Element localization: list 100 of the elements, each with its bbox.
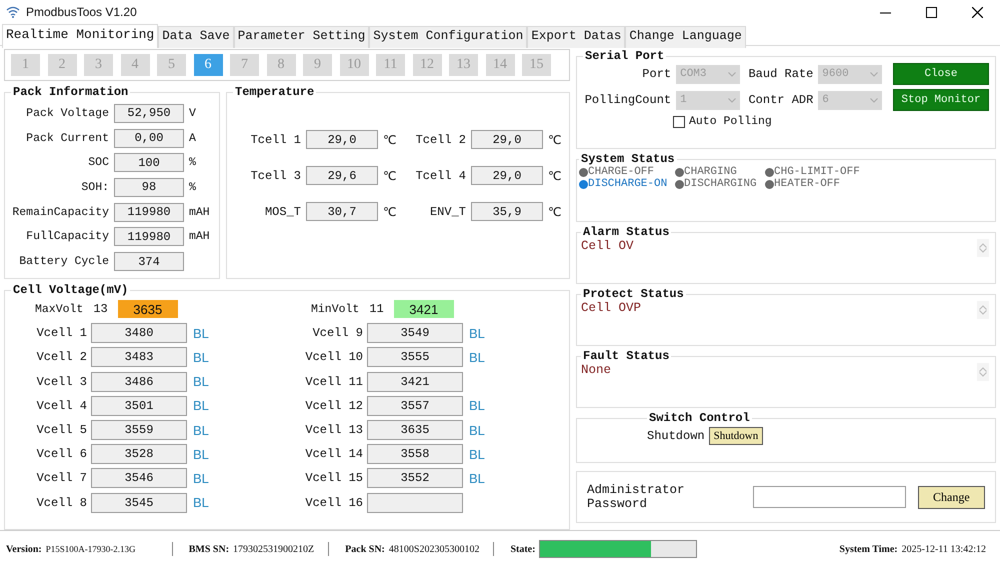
scroll-up-icon [979, 367, 987, 372]
unit-label: V [189, 106, 196, 120]
caret-icon [728, 98, 736, 102]
pack-button[interactable]: 12 [412, 54, 442, 76]
dropdown[interactable]: 1 [676, 90, 740, 110]
field-label: MinVolt [311, 302, 360, 316]
pack-button[interactable]: 2 [48, 54, 76, 76]
field-label: Vcell 1 [36, 326, 87, 340]
status-text: Cell OV [581, 239, 634, 255]
caret-icon [728, 72, 736, 76]
field-label: PollingCount [584, 93, 672, 107]
value-highlight: 3421 [394, 300, 454, 318]
field-label: Vcell 5 [36, 423, 87, 438]
value-field: 35,9 [471, 202, 543, 221]
pack-button[interactable]: 9 [303, 54, 332, 76]
pack-button[interactable]: 4 [120, 54, 150, 76]
status-text: Cell OVP [581, 301, 642, 317]
balance-label: BL [193, 398, 209, 414]
value-field: 119980 [114, 227, 184, 246]
scrollbar[interactable] [977, 301, 989, 319]
action-button[interactable]: Stop Monitor [893, 89, 989, 111]
field-label: Vcell 7 [36, 471, 87, 486]
field-label: Vcell 8 [36, 496, 87, 510]
value-field: 119980 [114, 202, 184, 222]
unit-label: % [189, 180, 196, 194]
field-label: Port [641, 67, 672, 81]
balance-label: BL [469, 470, 485, 486]
pack-button[interactable]: 8 [266, 54, 296, 76]
field-label: Pack Current [25, 132, 109, 145]
pack-button[interactable]: 3 [84, 54, 113, 76]
scroll-down-icon [979, 372, 987, 377]
unit-label: mAH [189, 230, 210, 244]
shutdown-button[interactable]: Shutdown [708, 427, 764, 445]
scroll-up-icon [979, 305, 987, 310]
field-label: Vcell 2 [36, 350, 87, 364]
tab[interactable]: Export Datas [527, 26, 626, 48]
field-label: Administrator Password [587, 483, 686, 511]
field-label: MOS_T [264, 204, 301, 218]
close-icon [972, 6, 982, 18]
section-title: Protect Status [582, 287, 685, 301]
section-title: Alarm Status [582, 225, 670, 239]
tab[interactable]: Change Language [625, 26, 746, 48]
status-value: P15S100A-17930-2.13G [46, 544, 137, 554]
window-title: PmodbusToos V1.20 [26, 5, 138, 19]
status-label: CHARGE-OFF [588, 166, 654, 178]
field-label: Pack Voltage [25, 106, 109, 120]
checkbox[interactable] [673, 116, 685, 128]
dropdown[interactable]: 9600 [818, 64, 882, 84]
field-label: ENV_T [428, 204, 466, 218]
pack-button[interactable]: 14 [486, 54, 514, 76]
tab[interactable]: Parameter Setting [234, 26, 370, 48]
value-field: 3528 [91, 444, 187, 464]
pack-button[interactable]: 13 [449, 54, 478, 76]
password-field[interactable] [752, 486, 906, 508]
section-title: System Status [580, 152, 676, 166]
pack-button[interactable]: 6 [194, 54, 222, 76]
value-highlight: 3635 [118, 300, 178, 318]
value-field: 3549 [367, 323, 463, 344]
caret-icon [870, 72, 878, 76]
pack-button[interactable]: 11 [376, 54, 405, 76]
value-field: 29,0 [471, 130, 543, 149]
change-button[interactable]: Change [918, 486, 985, 508]
pack-button[interactable]: 7 [230, 54, 259, 76]
scrollbar[interactable] [977, 363, 989, 381]
status-value: 2025-12-11 13:42:12 [902, 544, 986, 554]
tab[interactable]: Data Save [158, 26, 234, 48]
balance-label: BL [469, 422, 485, 438]
field-label: Battery Cycle [18, 255, 109, 268]
section-title: Fault Status [582, 349, 670, 363]
field-label: Tcell 1 [250, 132, 301, 146]
balance-label: BL [469, 446, 485, 462]
tab[interactable]: System Configuration [369, 26, 528, 48]
balance-label: BL [193, 326, 209, 341]
scroll-up-icon [979, 243, 987, 248]
scroll-down-icon [979, 310, 987, 315]
field-label: MaxVolt [35, 302, 84, 316]
dropdown[interactable]: 6 [818, 90, 882, 110]
pack-button[interactable]: 5 [157, 54, 186, 76]
wifi-icon [6, 6, 20, 18]
action-button[interactable]: Close [893, 63, 989, 85]
pack-button[interactable]: 1 [11, 54, 40, 76]
value-field: 3483 [91, 347, 187, 368]
field-label: Vcell 16 [304, 496, 363, 510]
pack-button[interactable]: 15 [522, 54, 551, 76]
field-label: Tcell 3 [250, 168, 301, 182]
field-label: Vcell 12 [304, 398, 363, 413]
balance-label: BL [193, 446, 209, 462]
status-label: BMS SN: [188, 544, 230, 554]
value-field: 29,0 [306, 130, 378, 149]
checkbox-label: Auto Polling [689, 115, 772, 128]
dropdown[interactable]: COM3 [676, 64, 740, 84]
field-label: FullCapacity [25, 230, 109, 244]
tab[interactable]: Realtime Monitoring [2, 24, 158, 48]
unit-label: % [189, 156, 196, 170]
pack-button[interactable]: 10 [340, 54, 368, 76]
unit-label: ℃ [548, 132, 562, 146]
scrollbar[interactable] [977, 239, 989, 257]
unit-label: ℃ [548, 204, 562, 218]
section-title: Cell Voltage(mV) [12, 283, 130, 297]
scroll-down-icon [979, 248, 987, 253]
